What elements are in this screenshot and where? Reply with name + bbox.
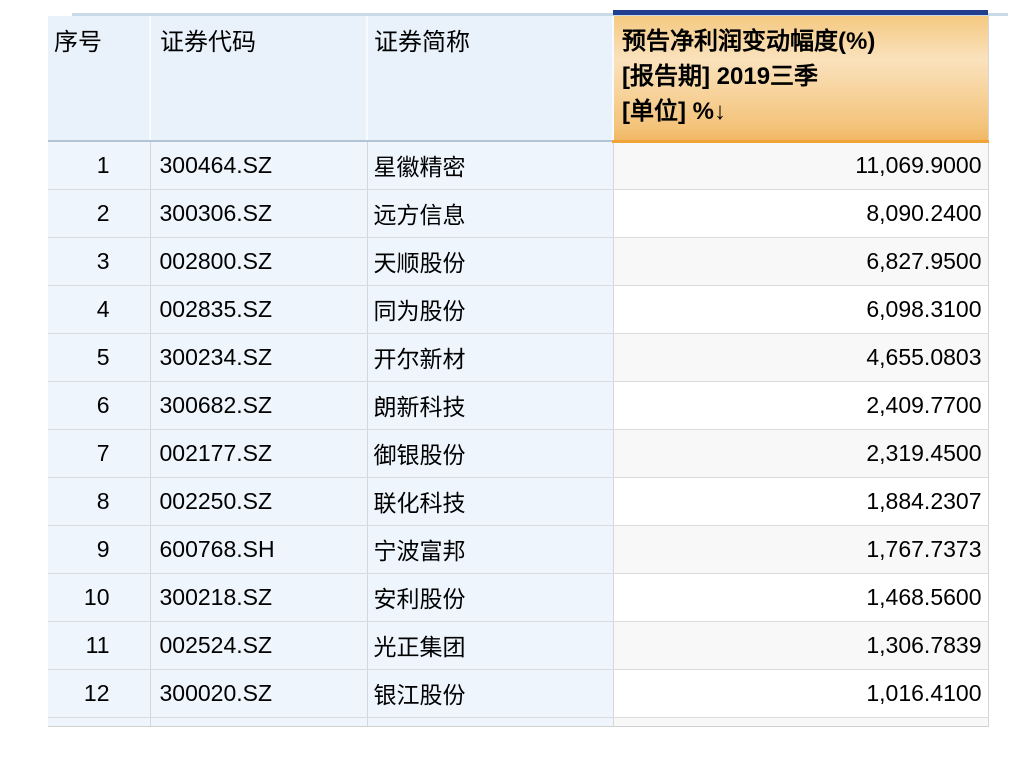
- security-name-cell[interactable]: 同为股份: [367, 285, 613, 333]
- metric-value-cell[interactable]: 2,319.4500: [613, 429, 988, 477]
- row-index-cell[interactable]: 9: [48, 525, 150, 573]
- security-code-cell[interactable]: 002800.SZ: [150, 237, 367, 285]
- security-code-cell[interactable]: 600768.SH: [150, 525, 367, 573]
- security-code-cell[interactable]: 300464.SZ: [150, 141, 367, 189]
- security-code-cell[interactable]: 002524.SZ: [150, 621, 367, 669]
- table-row: 5 300234.SZ 开尔新材 4,655.0803: [48, 333, 988, 381]
- row-index-cell[interactable]: [48, 717, 150, 726]
- metric-value-cell[interactable]: [613, 717, 988, 726]
- screener-window: 序号 证券代码 证券简称 预告净利润变动幅度(%) [报告期] 2019三季 […: [0, 0, 1034, 761]
- metric-header-unit: [单位] %: [622, 98, 714, 125]
- sort-descending-icon[interactable]: ↓: [714, 98, 726, 125]
- table-row: 6 300682.SZ 朗新科技 2,409.7700: [48, 381, 988, 429]
- security-name-cell[interactable]: [367, 717, 613, 726]
- security-name-cell[interactable]: 安利股份: [367, 573, 613, 621]
- metric-value-cell[interactable]: 6,098.3100: [613, 285, 988, 333]
- metric-value-cell[interactable]: 1,884.2307: [613, 477, 988, 525]
- table-row: 9 600768.SH 宁波富邦 1,767.7373: [48, 525, 988, 573]
- table-row: 1 300464.SZ 星徽精密 11,069.9000: [48, 141, 988, 189]
- sorted-column-highlight-bar: [613, 10, 988, 15]
- security-code-cell[interactable]: 300682.SZ: [150, 381, 367, 429]
- security-name-cell[interactable]: 天顺股份: [367, 237, 613, 285]
- security-code-cell[interactable]: 300218.SZ: [150, 573, 367, 621]
- table-row: 4 002835.SZ 同为股份 6,098.3100: [48, 285, 988, 333]
- security-code-cell[interactable]: 002835.SZ: [150, 285, 367, 333]
- row-index-cell[interactable]: 11: [48, 621, 150, 669]
- security-code-cell[interactable]: [150, 717, 367, 726]
- row-index-cell[interactable]: 8: [48, 477, 150, 525]
- metric-header-line2: [报告期] 2019三季: [622, 59, 988, 94]
- row-index-cell[interactable]: 12: [48, 669, 150, 717]
- table-row: 8 002250.SZ 联化科技 1,884.2307: [48, 477, 988, 525]
- table-row: 12 300020.SZ 银江股份 1,016.4100: [48, 669, 988, 717]
- security-code-cell[interactable]: 300234.SZ: [150, 333, 367, 381]
- security-name-cell[interactable]: 御银股份: [367, 429, 613, 477]
- metric-value-cell[interactable]: 1,468.5600: [613, 573, 988, 621]
- row-index-cell[interactable]: 2: [48, 189, 150, 237]
- security-name-cell[interactable]: 开尔新材: [367, 333, 613, 381]
- security-code-cell[interactable]: 002250.SZ: [150, 477, 367, 525]
- header-row: 序号 证券代码 证券简称 预告净利润变动幅度(%) [报告期] 2019三季 […: [48, 16, 988, 141]
- security-name-cell[interactable]: 宁波富邦: [367, 525, 613, 573]
- table-row: 3 002800.SZ 天顺股份 6,827.9500: [48, 237, 988, 285]
- metric-value-cell[interactable]: 6,827.9500: [613, 237, 988, 285]
- table-row: 10 300218.SZ 安利股份 1,468.5600: [48, 573, 988, 621]
- security-code-cell[interactable]: 002177.SZ: [150, 429, 367, 477]
- table-row: 2 300306.SZ 远方信息 8,090.2400: [48, 189, 988, 237]
- partial-clipped-row: [48, 717, 988, 726]
- table-row: 11 002524.SZ 光正集团 1,306.7839: [48, 621, 988, 669]
- security-name-cell[interactable]: 银江股份: [367, 669, 613, 717]
- row-index-cell[interactable]: 6: [48, 381, 150, 429]
- row-index-cell[interactable]: 1: [48, 141, 150, 189]
- security-name-cell[interactable]: 朗新科技: [367, 381, 613, 429]
- metric-header-line1: 预告净利润变动幅度(%): [622, 24, 988, 59]
- metric-value-cell[interactable]: 2,409.7700: [613, 381, 988, 429]
- row-index-cell[interactable]: 7: [48, 429, 150, 477]
- table-body: 1 300464.SZ 星徽精密 11,069.9000 2 300306.SZ…: [48, 141, 988, 726]
- results-grid: 序号 证券代码 证券简称 预告净利润变动幅度(%) [报告期] 2019三季 […: [48, 16, 989, 727]
- security-name-cell[interactable]: 联化科技: [367, 477, 613, 525]
- security-code-cell[interactable]: 300020.SZ: [150, 669, 367, 717]
- row-index-cell[interactable]: 10: [48, 573, 150, 621]
- row-index-cell[interactable]: 3: [48, 237, 150, 285]
- metric-value-cell[interactable]: 8,090.2400: [613, 189, 988, 237]
- security-name-cell[interactable]: 光正集团: [367, 621, 613, 669]
- column-header-metric-sorted[interactable]: 预告净利润变动幅度(%) [报告期] 2019三季 [单位] %↓: [613, 16, 988, 141]
- table-header: 序号 证券代码 证券简称 预告净利润变动幅度(%) [报告期] 2019三季 […: [48, 16, 988, 141]
- table-row: 7 002177.SZ 御银股份 2,319.4500: [48, 429, 988, 477]
- metric-value-cell[interactable]: 1,016.4100: [613, 669, 988, 717]
- security-name-cell[interactable]: 星徽精密: [367, 141, 613, 189]
- column-header-security-code[interactable]: 证券代码: [150, 16, 367, 141]
- row-index-cell[interactable]: 5: [48, 333, 150, 381]
- column-header-security-name[interactable]: 证券简称: [367, 16, 613, 141]
- column-header-index[interactable]: 序号: [48, 16, 150, 141]
- security-code-cell[interactable]: 300306.SZ: [150, 189, 367, 237]
- metric-value-cell[interactable]: 4,655.0803: [613, 333, 988, 381]
- metric-value-cell[interactable]: 1,767.7373: [613, 525, 988, 573]
- security-name-cell[interactable]: 远方信息: [367, 189, 613, 237]
- metric-value-cell[interactable]: 1,306.7839: [613, 621, 988, 669]
- metric-header-line3: [单位] %↓: [622, 94, 988, 129]
- row-index-cell[interactable]: 4: [48, 285, 150, 333]
- securities-table: 序号 证券代码 证券简称 预告净利润变动幅度(%) [报告期] 2019三季 […: [48, 16, 989, 727]
- metric-value-cell[interactable]: 11,069.9000: [613, 141, 988, 189]
